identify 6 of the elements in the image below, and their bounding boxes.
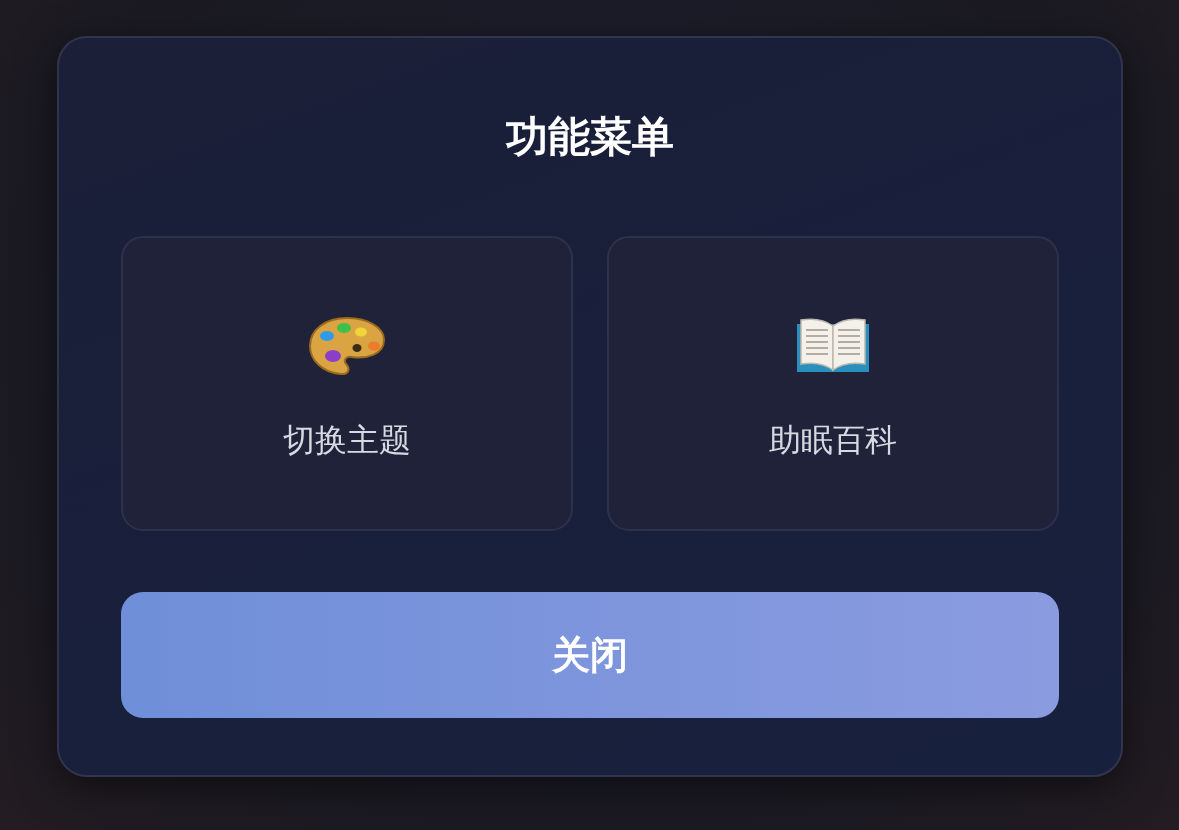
dialog-title: 功能菜单 <box>505 111 675 163</box>
menu-card[interactable]: 助眠百科 <box>607 236 1059 531</box>
menu-card[interactable]: 切换主题 <box>121 236 573 531</box>
card-label: 切换主题 <box>283 420 411 461</box>
card-label: 助眠百科 <box>769 420 897 461</box>
palette-icon <box>307 314 387 378</box>
